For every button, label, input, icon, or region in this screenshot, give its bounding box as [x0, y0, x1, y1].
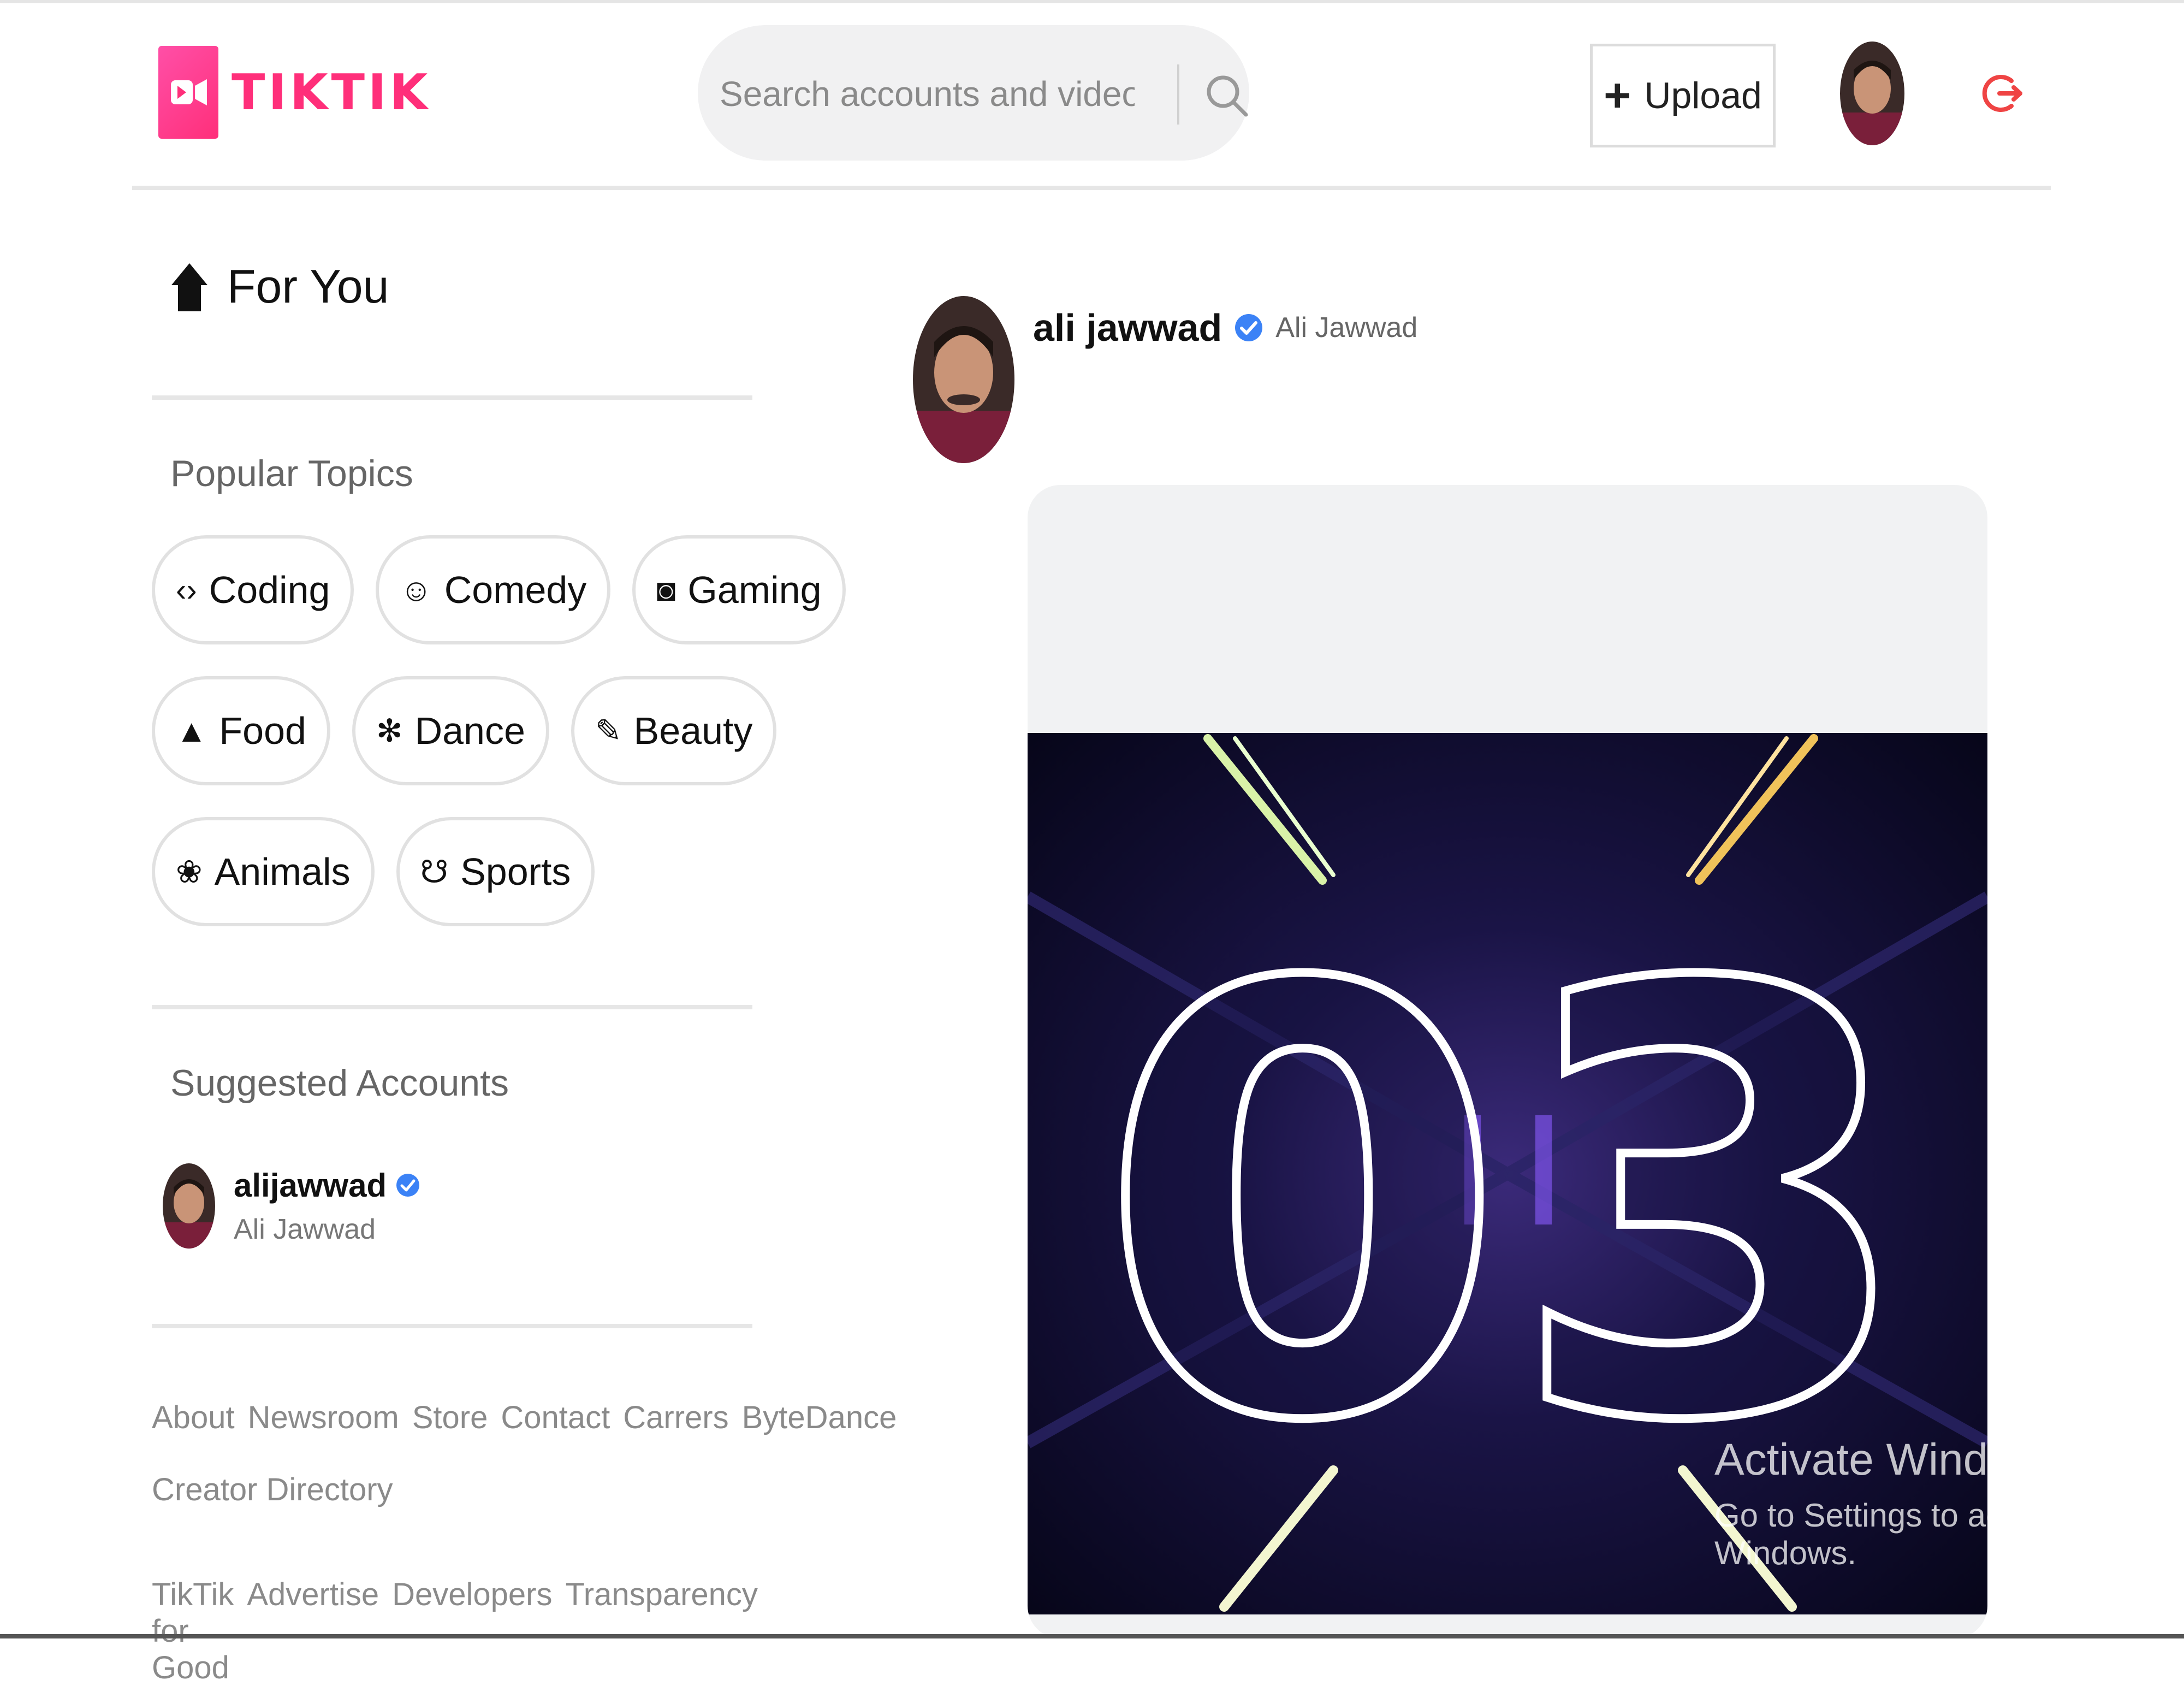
verified-icon [396, 1174, 420, 1197]
suggested-account-handle: alijawwad [234, 1167, 420, 1204]
footer-link[interactable]: Advertise [247, 1576, 379, 1686]
search-input[interactable] [719, 58, 1136, 130]
top-border [0, 0, 2184, 3]
footer-link[interactable]: About [152, 1399, 235, 1436]
for-you-label: For You [227, 261, 389, 313]
user-avatar[interactable] [1840, 42, 1904, 145]
search-bar [698, 25, 1249, 161]
topic-beauty[interactable]: ✎ Beauty [571, 676, 777, 785]
activate-windows-watermark: Activate Windows Go to Settings to activ… [1714, 1434, 2184, 1572]
bottom-border [0, 1634, 2184, 1638]
upload-label: Upload [1644, 75, 1762, 116]
footer-link[interactable]: Contact [501, 1399, 610, 1436]
topic-animals[interactable]: ❀ Animals [152, 817, 375, 926]
topic-sports[interactable]: ☋ Sports [396, 817, 595, 926]
popular-topics-title: Popular Topics [170, 453, 413, 494]
gamepad-icon: ◙ [656, 572, 676, 608]
topic-label: Beauty [633, 709, 753, 752]
topic-label: Animals [214, 850, 351, 893]
sidebar-divider [152, 1005, 752, 1009]
topic-coding[interactable]: ‹› Coding [152, 535, 354, 644]
top-navbar: TIKTIK + Upload [132, 22, 2051, 190]
sidebar-divider [152, 1324, 752, 1328]
footer-links-row-2: Creator Directory [152, 1471, 393, 1508]
topic-label: Food [219, 709, 306, 752]
footer-link[interactable]: ByteDance [742, 1399, 897, 1436]
logo-text: TIKTIK [232, 63, 431, 121]
nav-for-you[interactable]: For You [170, 260, 389, 314]
topic-gaming[interactable]: ◙ Gaming [632, 535, 846, 644]
plus-icon: + [1604, 69, 1631, 122]
footer-link[interactable]: Creator Directory [152, 1471, 393, 1508]
topic-label: Dance [414, 709, 525, 752]
post-author-info[interactable]: ali jawwad Ali Jawwad [1033, 306, 1417, 350]
footer-link[interactable]: TikTik for Good [152, 1576, 234, 1686]
footer-link[interactable]: Carrers [623, 1399, 728, 1436]
sidebar-divider [152, 395, 752, 400]
footer-link[interactable]: Transparency [565, 1576, 757, 1686]
home-icon [171, 263, 207, 311]
search-divider [1177, 64, 1179, 125]
footer-links-row-1: About Newsroom Store Contact Carrers Byt… [152, 1399, 897, 1436]
watermark-line-2: Go to Settings to activate Windows. [1714, 1497, 2081, 1571]
footer-link[interactable]: Store [412, 1399, 488, 1436]
topic-label: Sports [460, 850, 571, 893]
verified-icon [1235, 314, 1263, 341]
footer-link[interactable]: Developers [392, 1576, 552, 1686]
topic-dance[interactable]: ✻ Dance [352, 676, 549, 785]
post-author-handle: ali jawwad [1033, 306, 1222, 349]
watermark-line-1: Activate Windows [1714, 1435, 2068, 1484]
logo-mark-icon [158, 46, 218, 139]
cake-icon: ▲ [176, 713, 207, 749]
code-icon: ‹› [176, 572, 197, 608]
search-button[interactable] [1200, 69, 1255, 123]
logout-button[interactable] [1978, 69, 2027, 118]
suggested-account[interactable]: alijawwad Ali Jawwad [163, 1163, 420, 1249]
post-author-avatar[interactable] [913, 296, 1014, 463]
logo[interactable]: TIKTIK [158, 46, 431, 139]
footer-link[interactable]: Newsroom [248, 1399, 399, 1436]
search-icon [1207, 75, 1248, 117]
suggested-accounts-title: Suggested Accounts [170, 1062, 509, 1104]
paw-icon: ❀ [176, 854, 203, 890]
brush-icon: ✎ [595, 713, 622, 749]
avatar [163, 1163, 215, 1249]
post-author-name: Ali Jawwad [1275, 312, 1418, 344]
upload-button[interactable]: + Upload [1590, 44, 1776, 147]
laugh-emoji-icon: ☺ [400, 572, 432, 608]
topic-food[interactable]: ▲ Food [152, 676, 330, 785]
footer-links-row-3: TikTik for Good Advertise Developers Tra… [152, 1576, 758, 1686]
handle-text: alijawwad [234, 1167, 387, 1204]
logout-icon [1982, 75, 2022, 112]
topic-comedy[interactable]: ☺ Comedy [376, 535, 611, 644]
topics-list: ‹› Coding ☺ Comedy ◙ Gaming ▲ Food ✻ Dan… [152, 535, 846, 958]
dance-icon: ✻ [376, 713, 403, 749]
medal-icon: ☋ [420, 854, 449, 890]
topic-label: Comedy [444, 569, 587, 611]
topic-label: Coding [209, 569, 330, 611]
topic-label: Gaming [687, 569, 822, 611]
suggested-account-name: Ali Jawwad [234, 1213, 376, 1245]
